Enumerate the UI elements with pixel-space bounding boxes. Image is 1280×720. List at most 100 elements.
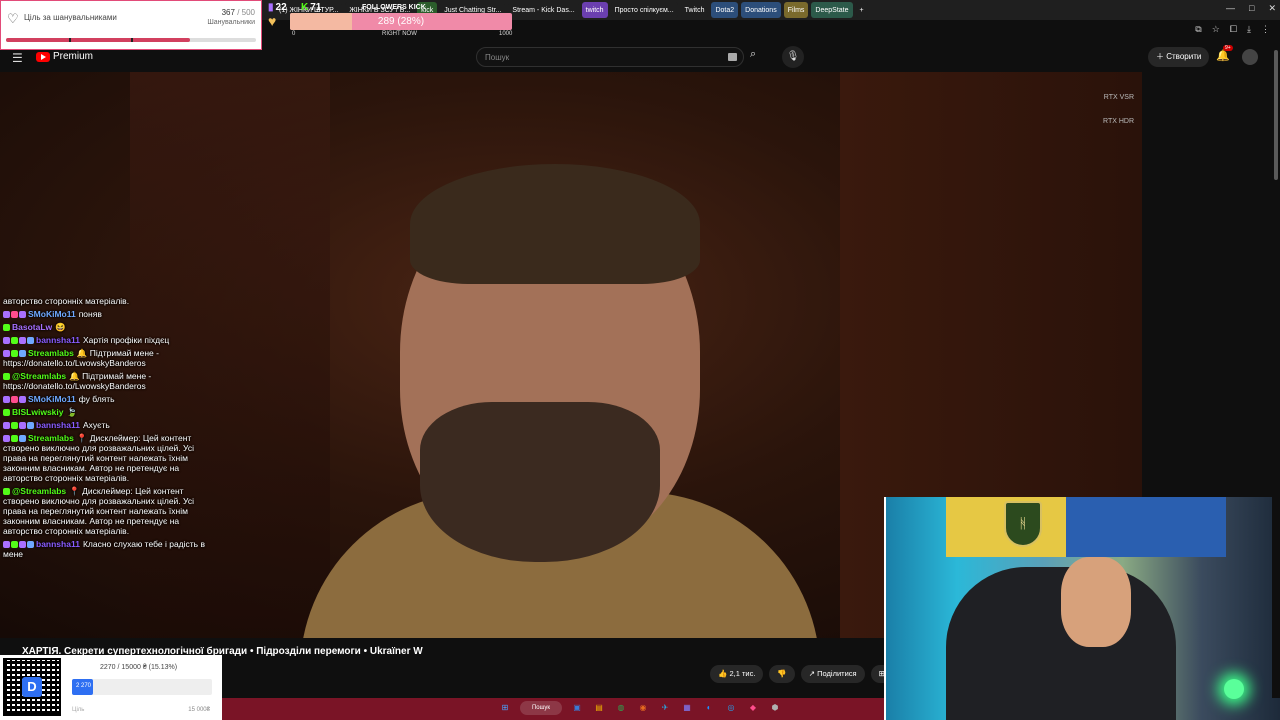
hamburger-menu-icon[interactable]: ☰ (12, 51, 23, 65)
taskbar-app-icon[interactable]: ◆ (746, 701, 760, 715)
donation-amount: 2270 / 15000 ₴ (15.13%) (100, 664, 178, 671)
create-label: Створити (1166, 52, 1202, 61)
chat-username[interactable]: bannsha11 (36, 539, 80, 549)
badge-icon (19, 350, 26, 358)
taskbar-app-icon[interactable]: ◎ (724, 701, 738, 715)
badge-icon (27, 541, 34, 549)
chat-badges (3, 337, 34, 345)
browser-tab[interactable]: DeepState (811, 2, 853, 18)
chat-username[interactable]: bannsha11 (36, 335, 80, 345)
donation-bar-text: 2 270 (76, 683, 92, 689)
search-icon[interactable]: ⌕ (750, 48, 756, 61)
badge-icon (3, 337, 10, 345)
download-icon[interactable]: ⤓ (1247, 24, 1251, 35)
taskbar-app-icon[interactable]: ◍ (614, 701, 628, 715)
scrollbar-thumb[interactable] (1274, 50, 1278, 180)
badge-icon (3, 409, 10, 417)
chat-username[interactable]: Streamlabs (28, 348, 74, 358)
donation-goal-max: 15 000₴ (188, 707, 210, 713)
taskbar-app-icon[interactable]: ▣ (570, 701, 584, 715)
browser-tab[interactable]: twitch (581, 2, 608, 18)
badge-icon (3, 350, 10, 358)
video-person-beard (420, 402, 660, 562)
browser-tab[interactable]: Просто спілкуєм... (610, 2, 678, 18)
followers-now-label: RIGHT NOW (382, 31, 417, 37)
like-button[interactable]: 👍 2,1 тис. (710, 665, 764, 683)
chat-username[interactable]: @Streamlabs (12, 486, 66, 496)
chat-badges (3, 324, 10, 332)
browser-tab[interactable]: Twitch (680, 2, 709, 18)
badge-icon (19, 396, 26, 404)
chat-message: Streamlabs 🔔 Підтримай мене - https://don… (3, 348, 215, 368)
chat-badges (3, 350, 26, 358)
toolbar-icons: ⧉ ☆ ⧠ ⤓ ⋮ (1195, 24, 1270, 35)
chat-username[interactable]: bannsha11 (36, 420, 80, 430)
followers-progress-bar: 289 (28%) (290, 13, 512, 30)
goal-progress-bar (6, 38, 256, 42)
goal-progress-fill (6, 38, 190, 42)
taskbar-app-icon[interactable]: ✈ (658, 701, 672, 715)
chat-username[interactable]: SMoKiMo11 (28, 309, 76, 319)
donatello-logo: D (22, 677, 42, 697)
badge-icon (11, 422, 18, 430)
chat-username[interactable]: SMoKiMo11 (28, 394, 76, 404)
minimize-button[interactable]: — (1226, 3, 1235, 14)
chat-badges (3, 373, 10, 381)
chat-text: Хартія профіки піхдєц (82, 335, 170, 345)
chat-username[interactable]: BasotaLw (12, 322, 52, 332)
goal-current: 367 (221, 8, 235, 17)
chat-badges (3, 541, 34, 549)
browser-tab[interactable]: Stream - Kick Das... (508, 2, 579, 18)
puzzle-icon[interactable]: ⧠ (1230, 24, 1237, 35)
create-button[interactable]: ＋ Створити (1148, 47, 1210, 67)
donation-goal-label: Ціль (72, 707, 85, 713)
chat-badges (3, 311, 26, 319)
maximize-button[interactable]: □ (1249, 3, 1254, 14)
extension-icon[interactable]: ⧉ (1195, 24, 1201, 35)
chat-username[interactable]: Streamlabs (28, 433, 74, 443)
taskbar-app-icon[interactable]: ▦ (680, 701, 694, 715)
bell-icon[interactable]: 🔔 9+ (1216, 45, 1233, 62)
microphone-icon[interactable]: 🎙 (782, 46, 804, 68)
chat-message: @Streamlabs 📍 Дисклеймер: Цей контент ств… (3, 486, 215, 536)
taskbar-app-icon[interactable]: ◐ (702, 701, 716, 715)
menu-dots-icon[interactable]: ⋮ (1261, 24, 1270, 35)
browser-tab[interactable]: Films (783, 2, 809, 18)
youtube-logo[interactable]: Premium (36, 51, 93, 62)
page-scrollbar[interactable] (1272, 42, 1280, 698)
close-button[interactable]: ✕ (1268, 3, 1276, 14)
badge-icon (19, 337, 26, 345)
taskbar-app-icon[interactable]: ▤ (592, 701, 606, 715)
browser-tab[interactable]: Dota2 (711, 2, 739, 18)
share-button[interactable]: ↗ Поділитися (800, 665, 865, 683)
chat-badges (3, 435, 26, 443)
search-input[interactable]: Пошук (476, 47, 744, 67)
badge-icon (3, 373, 10, 381)
taskbar-app-icon[interactable]: ⬢ (768, 701, 782, 715)
video-actions: 👍 2,1 тис. 👎 ↗ Поділитися ⊞ (710, 665, 893, 683)
taskbar-items: ⊞ Пошук ▣ ▤ ◍ ◉ ✈ ▦ ◐ ◎ ◆ ⬢ (498, 701, 782, 715)
followers-kick-widget: ▮ 22 K 71 FOLLOWERS KICK ♥ 289 (28%) 0 RIG… (264, 0, 514, 40)
chat-username[interactable]: @Streamlabs (12, 371, 66, 381)
chat-text: Ахуєть (82, 420, 110, 430)
star-icon[interactable]: ☆ (1212, 24, 1220, 35)
taskbar-app-icon[interactable]: ⊞ (498, 701, 512, 715)
avatar[interactable] (1242, 49, 1258, 65)
chat-username[interactable]: BISLwiwskiy (12, 407, 64, 417)
browser-tab[interactable]: Donations (741, 2, 781, 18)
donation-widget: D 2270 / 15000 ₴ (15.13%) 2 270 Ціль 15 … (0, 655, 222, 720)
keyboard-icon[interactable] (728, 53, 737, 61)
taskbar-app-icon[interactable]: ◉ (636, 701, 650, 715)
stream-chat: авторство сторонніх матеріалів. SMoKiMo11… (3, 296, 215, 562)
browser-tab[interactable]: + (855, 2, 868, 18)
badge-icon (3, 324, 10, 332)
badge-icon (19, 541, 26, 549)
followers-title: FOLLOWERS KICK (362, 4, 426, 11)
tab-label: + (859, 6, 864, 14)
tab-label: Twitch (684, 6, 705, 14)
taskbar-search[interactable]: Пошук (520, 701, 562, 715)
badge-icon (11, 350, 18, 358)
goal-max: / 500 (237, 8, 255, 17)
taskbar: ⊞ Пошук ▣ ▤ ◍ ◉ ✈ ▦ ◐ ◎ ◆ ⬢ (222, 698, 884, 720)
dislike-button[interactable]: 👎 (769, 665, 795, 683)
